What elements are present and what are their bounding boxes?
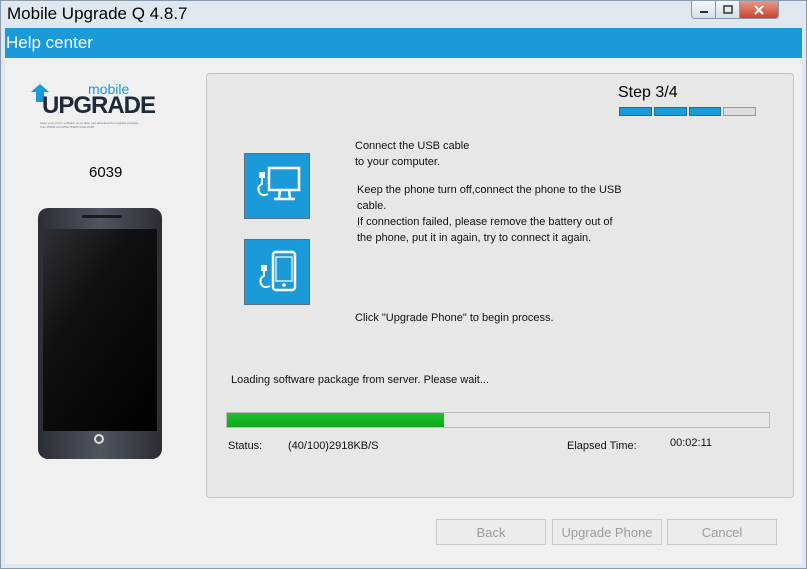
help-panel: Step 3/4 Connect the USB cable to your c… — [206, 73, 794, 498]
help-center-bar[interactable]: Help center — [5, 28, 802, 58]
step-segment — [619, 107, 652, 116]
download-progress-fill — [227, 413, 444, 427]
connect-line-2: to your computer. — [355, 156, 440, 168]
title-bar[interactable]: Mobile Upgrade Q 4.8.7 — [1, 1, 806, 28]
maximize-icon — [722, 5, 733, 14]
elapsed-time-value: 00:02:11 — [670, 437, 713, 449]
phone-image — [38, 208, 162, 459]
status-label: Status: — [228, 440, 263, 452]
step-segment — [653, 107, 687, 116]
loading-status-text: Loading software package from server. Pl… — [231, 374, 490, 386]
connect-usb-text: Connect the USB cable to your computer. — [355, 138, 469, 170]
phone-line-1: Keep the phone turn off,connect the phon… — [357, 184, 622, 196]
connect-line-1: Connect the USB cable — [355, 140, 470, 152]
minimize-icon — [699, 10, 708, 13]
elapsed-time-label: Elapsed Time: — [567, 440, 637, 452]
download-progress-bar — [226, 412, 770, 428]
step-label: Step 3/4 — [618, 84, 678, 101]
upgrade-phone-button[interactable]: Upgrade Phone — [552, 519, 662, 545]
phone-speaker — [82, 215, 122, 218]
back-button[interactable]: Back — [436, 519, 546, 545]
main-content: mobile UPGRADE Keep your phone software … — [5, 58, 802, 564]
phone-screen — [43, 229, 157, 431]
phone-connect-text: Keep the phone turn off,connect the phon… — [357, 182, 622, 246]
mobile-upgrade-logo: mobile UPGRADE Keep your phone software … — [30, 81, 156, 129]
phone-line-2: cable. — [357, 200, 387, 212]
device-model: 6039 — [89, 164, 123, 181]
usb-to-pc-icon — [244, 153, 310, 219]
phone-line-4: the phone, put it in again, try to conne… — [357, 232, 592, 244]
help-center-label: Help center — [6, 33, 93, 52]
usb-to-phone-icon — [244, 239, 310, 305]
maximize-button[interactable] — [716, 1, 740, 19]
phone-home-button — [94, 434, 104, 444]
phone-line-3: If connection failed, please remove the … — [357, 216, 613, 228]
status-value: (40/100)2918KB/S — [288, 440, 379, 452]
close-icon — [754, 4, 764, 15]
minimize-button[interactable] — [691, 1, 716, 19]
window-controls — [691, 1, 779, 20]
step-segment — [688, 107, 722, 116]
app-window: Mobile Upgrade Q 4.8.7 Help center mobil… — [0, 0, 807, 569]
window-title: Mobile Upgrade Q 4.8.7 — [7, 4, 188, 23]
step-progress — [619, 107, 756, 116]
step-segment — [723, 107, 756, 116]
logo-tagline: Keep your phone software up-to-date, jus… — [40, 121, 139, 129]
logo-upgrade-text: UPGRADE — [42, 92, 156, 119]
cancel-button[interactable]: Cancel — [667, 519, 777, 545]
click-upgrade-text: Click "Upgrade Phone" to begin process. — [355, 312, 554, 324]
close-button[interactable] — [740, 1, 779, 19]
